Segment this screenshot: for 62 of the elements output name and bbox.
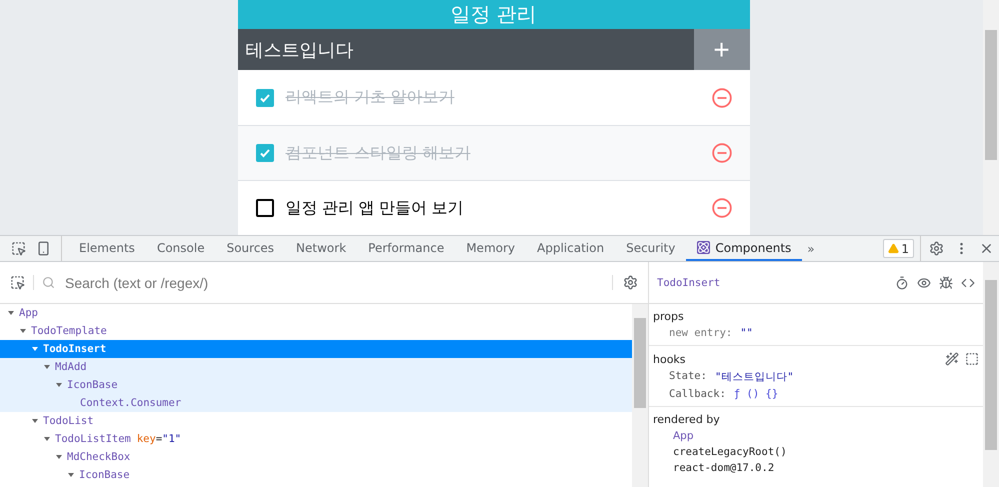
- scrollbar[interactable]: [632, 304, 648, 487]
- add-button[interactable]: +: [694, 28, 750, 70]
- tree-item[interactable]: IconBase: [0, 376, 632, 394]
- scrollbar[interactable]: [983, 0, 999, 235]
- search-icon: [42, 276, 55, 289]
- devtools-tab[interactable]: Console: [146, 236, 216, 261]
- todo-text: 일정 관리 앱 만들어 보기: [286, 198, 464, 219]
- expand-arrow-icon[interactable]: [8, 311, 14, 315]
- checkbox[interactable]: [256, 144, 274, 162]
- prop-value: "": [740, 327, 753, 339]
- remove-icon[interactable]: [712, 88, 732, 108]
- devtools-tab[interactable]: Sources: [216, 236, 286, 261]
- prop-name: new entry:: [669, 327, 732, 339]
- devtools-tab[interactable]: Elements: [68, 236, 146, 261]
- todo-text: 컴포넌트 스타일링 해보기: [286, 144, 472, 164]
- expand-arrow-icon[interactable]: [44, 365, 50, 369]
- checkbox[interactable]: [256, 199, 274, 218]
- checkbox[interactable]: [256, 88, 274, 107]
- component-name: TodoInsert: [657, 276, 722, 288]
- settings-icon[interactable]: [612, 275, 638, 290]
- hook-value: "테스트입니다": [714, 370, 794, 384]
- tree-item[interactable]: MdAdd: [0, 358, 632, 376]
- devtools-tab[interactable]: Components: [686, 236, 802, 261]
- component-link[interactable]: App: [673, 430, 694, 442]
- checkmark-icon: [258, 147, 270, 160]
- tree-item[interactable]: TodoInsert: [0, 340, 632, 358]
- remove-icon[interactable]: [712, 198, 732, 218]
- section-title: props: [653, 310, 685, 323]
- timer-icon[interactable]: [895, 276, 909, 290]
- section-title: hooks: [653, 352, 687, 366]
- expand-arrow-icon[interactable]: [56, 383, 62, 387]
- todo-input[interactable]: 테스트입니다: [238, 28, 694, 70]
- expand-arrow-icon[interactable]: [68, 473, 74, 477]
- atom-icon: [697, 241, 710, 254]
- app-title: 일정 관리: [238, 0, 750, 29]
- select-element-icon[interactable]: [10, 275, 34, 290]
- devtools-tab[interactable]: Performance: [357, 236, 456, 261]
- expand-arrow-icon[interactable]: [44, 437, 50, 441]
- devtools-tab[interactable]: Application: [526, 236, 616, 261]
- bug-icon[interactable]: [939, 276, 953, 290]
- scrollbar[interactable]: [983, 262, 999, 487]
- devtools-tab[interactable]: Security: [615, 236, 686, 261]
- copy-icon[interactable]: [965, 352, 979, 366]
- devtools-tab[interactable]: Memory: [455, 236, 526, 261]
- owner-text: createLegacyRoot(): [673, 446, 787, 458]
- hook-name: Callback:: [669, 388, 726, 400]
- todo-text: 리액트의 기초 알아보기: [286, 88, 456, 108]
- magic-wand-icon[interactable]: [945, 352, 959, 366]
- owner-text: react-dom@17.0.2: [673, 462, 774, 474]
- warning-badge[interactable]: 1: [883, 239, 914, 258]
- expand-arrow-icon[interactable]: [32, 419, 38, 423]
- hook-name: State:: [669, 370, 707, 384]
- hook-value: ƒ () {}: [734, 388, 778, 400]
- expand-arrow-icon[interactable]: [20, 329, 26, 333]
- expand-arrow-icon[interactable]: [56, 455, 62, 459]
- more-tabs-button[interactable]: »: [802, 236, 820, 261]
- devtools-tab[interactable]: Network: [285, 236, 358, 261]
- checkmark-icon: [258, 92, 270, 104]
- eye-icon[interactable]: [917, 276, 931, 290]
- remove-icon[interactable]: [712, 143, 732, 164]
- section-title: rendered by: [653, 413, 721, 426]
- tree-item[interactable]: Context.Consumer: [0, 394, 632, 412]
